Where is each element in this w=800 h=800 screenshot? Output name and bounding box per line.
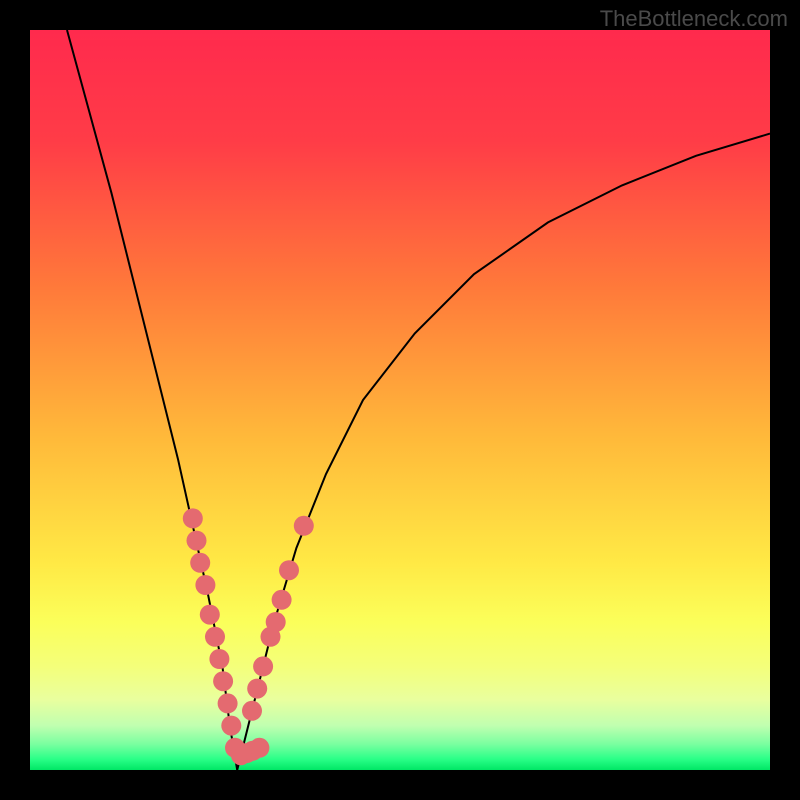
marker-dot [190,553,210,573]
marker-dot [249,738,269,758]
marker-dot [195,575,215,595]
marker-dot [272,590,292,610]
marker-dot [218,693,238,713]
marker-dot [253,656,273,676]
bottleneck-chart [0,0,800,800]
marker-dot [294,516,314,536]
marker-dot [187,531,207,551]
watermark-text: TheBottleneck.com [600,6,788,32]
stage: TheBottleneck.com [0,0,800,800]
marker-dot [247,679,267,699]
marker-dot [183,508,203,528]
marker-dot [200,605,220,625]
plot-background [30,30,770,770]
marker-dot [242,701,262,721]
marker-dot [209,649,229,669]
marker-dot [221,716,241,736]
marker-dot [266,612,286,632]
marker-dot [213,671,233,691]
marker-dot [279,560,299,580]
marker-dot [205,627,225,647]
